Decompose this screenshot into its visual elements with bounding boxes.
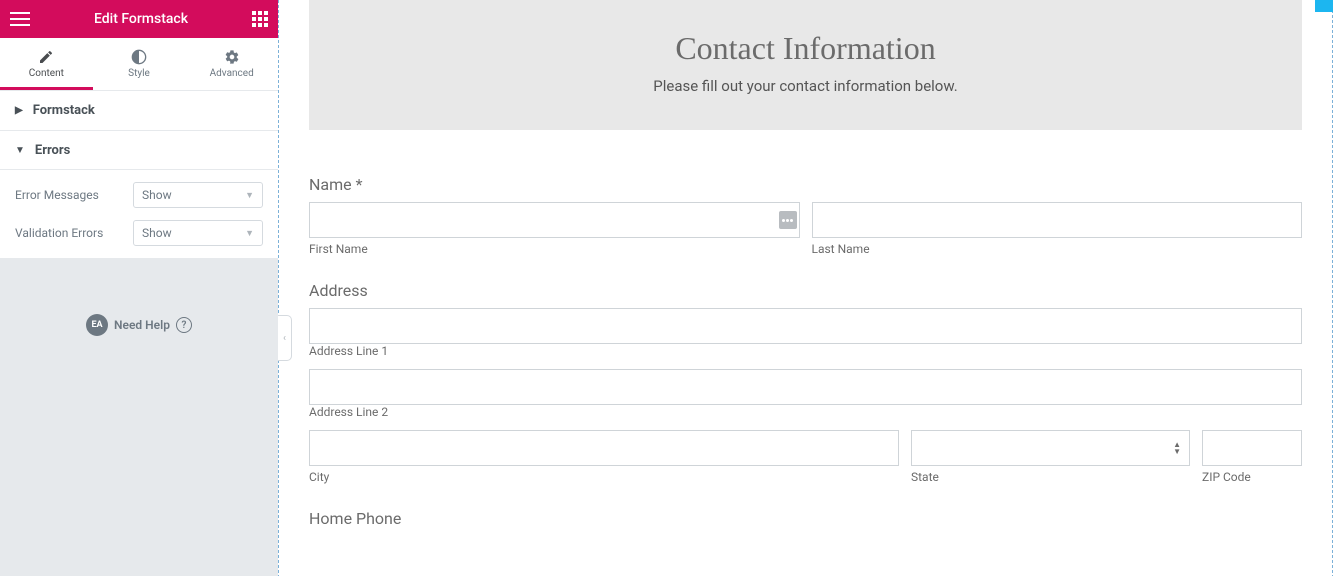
city-sublabel: City	[309, 470, 899, 484]
control-error-messages: Error Messages Show ▼	[15, 182, 263, 208]
tab-content-label: Content	[29, 68, 64, 79]
section-formstack[interactable]: ▶ Formstack	[0, 90, 278, 130]
tab-content[interactable]: Content	[0, 38, 93, 90]
home-phone-field: Home Phone	[309, 509, 1302, 528]
last-name-input[interactable]	[812, 202, 1303, 238]
autofill-icon[interactable]	[779, 211, 797, 229]
section-boundary: Contact Information Please fill out your…	[278, 0, 1333, 576]
select-arrows-icon: ▲▼	[1173, 441, 1181, 455]
address-label: Address	[309, 281, 1302, 300]
name-field: Name * First Name Last Name	[309, 175, 1302, 256]
form-header: Contact Information Please fill out your…	[309, 0, 1302, 130]
address-line2-sublabel: Address Line 2	[309, 405, 388, 419]
need-help-button[interactable]: EA Need Help ?	[86, 314, 192, 336]
sidebar-title: Edit Formstack	[94, 11, 188, 27]
need-help-label: Need Help	[114, 318, 170, 332]
address-line1-input[interactable]	[309, 308, 1302, 344]
zip-sublabel: ZIP Code	[1202, 470, 1302, 484]
validation-errors-value: Show	[142, 226, 172, 240]
zip-input[interactable]	[1202, 430, 1302, 466]
sidebar: Edit Formstack Content Style Advanced ▶ …	[0, 0, 278, 576]
address-line2-input[interactable]	[309, 369, 1302, 405]
first-name-sublabel: First Name	[309, 242, 800, 256]
chevron-down-icon: ▼	[245, 228, 254, 239]
error-messages-label: Error Messages	[15, 188, 99, 202]
form-title: Contact Information	[329, 30, 1282, 67]
validation-errors-label: Validation Errors	[15, 226, 103, 240]
error-messages-value: Show	[142, 188, 172, 202]
tab-advanced[interactable]: Advanced	[185, 38, 278, 90]
name-label: Name *	[309, 175, 1302, 194]
gear-icon	[224, 49, 240, 65]
state-sublabel: State	[911, 470, 1190, 484]
half-circle-icon	[131, 49, 147, 65]
sidebar-collapse-button[interactable]: ‹	[278, 315, 292, 361]
chevron-left-icon: ‹	[283, 333, 286, 344]
tab-style-label: Style	[128, 68, 150, 79]
tab-advanced-label: Advanced	[210, 68, 254, 79]
tab-style[interactable]: Style	[93, 38, 186, 90]
last-name-sublabel: Last Name	[812, 242, 1303, 256]
sidebar-tabs: Content Style Advanced	[0, 38, 278, 90]
apps-icon[interactable]	[252, 11, 268, 27]
edit-handle-icon[interactable]	[1315, 0, 1333, 12]
chevron-down-icon: ▼	[245, 190, 254, 201]
home-phone-label: Home Phone	[309, 509, 1302, 528]
control-validation-errors: Validation Errors Show ▼	[15, 220, 263, 246]
question-icon: ?	[176, 317, 192, 333]
errors-controls: Error Messages Show ▼ Validation Errors …	[0, 170, 278, 259]
section-formstack-label: Formstack	[33, 103, 95, 118]
section-errors-label: Errors	[35, 143, 70, 158]
caret-right-icon: ▶	[15, 105, 23, 116]
state-select[interactable]: ▲▼	[911, 430, 1190, 466]
canvas: Contact Information Please fill out your…	[278, 0, 1333, 576]
caret-down-icon: ▼	[15, 145, 25, 156]
sidebar-sections: ▶ Formstack ▼ Errors	[0, 90, 278, 170]
address-line1-sublabel: Address Line 1	[309, 344, 388, 358]
ea-badge-icon: EA	[86, 314, 108, 336]
section-errors[interactable]: ▼ Errors	[0, 130, 278, 170]
form-subtitle: Please fill out your contact information…	[329, 77, 1282, 95]
menu-icon[interactable]	[10, 12, 30, 26]
sidebar-header: Edit Formstack	[0, 0, 278, 38]
need-help-area: EA Need Help ?	[0, 259, 278, 576]
pencil-icon	[38, 49, 54, 65]
form-widget[interactable]: Contact Information Please fill out your…	[279, 0, 1332, 576]
validation-errors-select[interactable]: Show ▼	[133, 220, 263, 246]
first-name-input[interactable]	[309, 202, 800, 238]
address-field: Address Address Line 1 Address Line 2 Ci…	[309, 281, 1302, 484]
error-messages-select[interactable]: Show ▼	[133, 182, 263, 208]
city-input[interactable]	[309, 430, 899, 466]
